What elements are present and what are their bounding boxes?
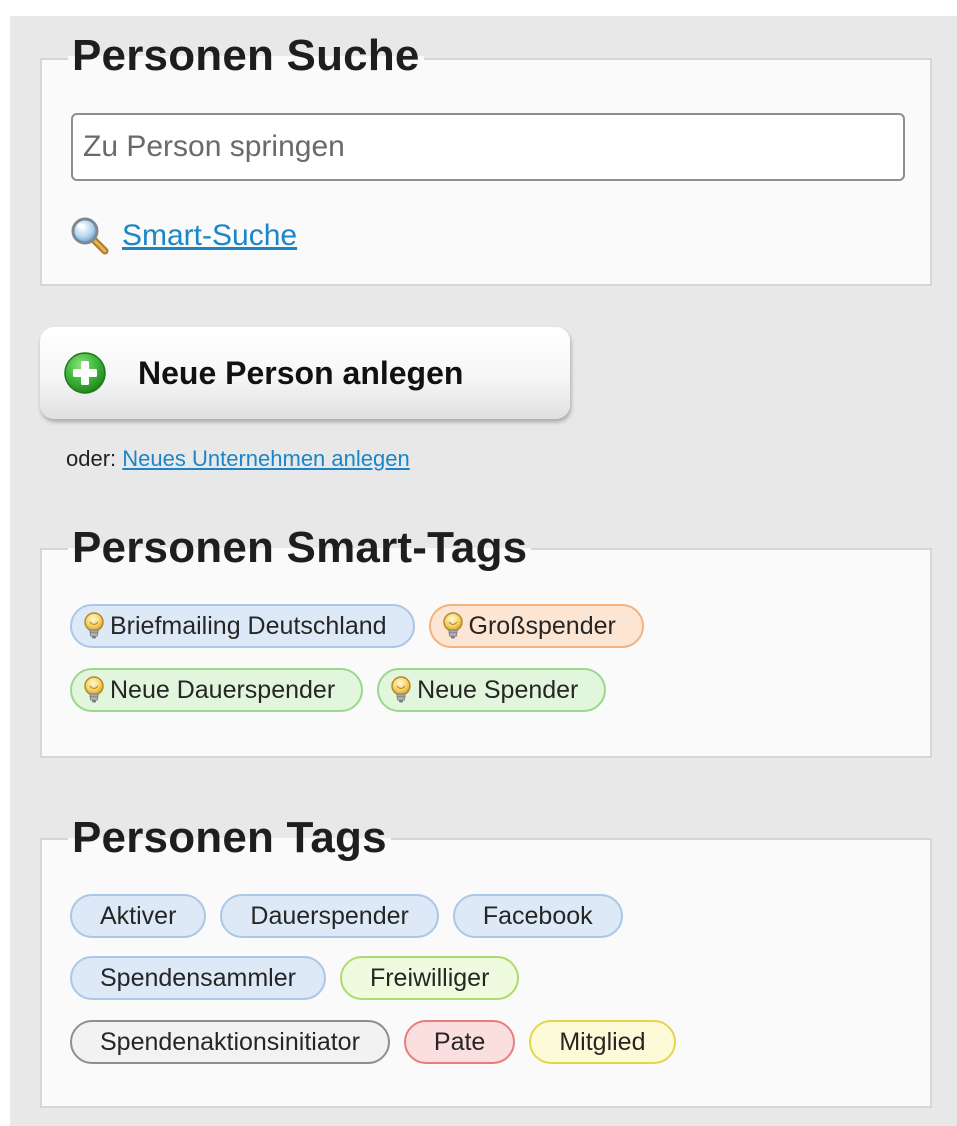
tags-box: Personen Tags Aktiver Dauerspender Faceb… [40, 812, 932, 1108]
new-person-button[interactable]: Neue Person anlegen [40, 327, 570, 419]
smart-tag[interactable]: Großspender [428, 604, 644, 648]
lightbulb-icon [82, 676, 106, 704]
magnifier-icon [71, 217, 109, 255]
lightbulb-icon [389, 676, 413, 704]
smart-tag[interactable]: Briefmailing Deutschland [70, 604, 415, 648]
tag[interactable]: Mitglied [529, 1020, 676, 1064]
smart-tags-box: Personen Smart-Tags Briefmailing Deutsch… [40, 522, 932, 758]
new-company-line: oder: Neues Unternehmen anlegen [66, 446, 410, 472]
tag[interactable]: Freiwilliger [339, 956, 520, 1000]
smart-tag-label: Briefmailing Deutschland [110, 611, 387, 640]
smart-tag[interactable]: Neue Dauerspender [70, 668, 364, 712]
smart-search-link[interactable]: Smart-Suche [122, 219, 297, 253]
smart-tags-title: Personen Smart-Tags [68, 522, 532, 574]
tag-row: Spendensammler Freiwilliger [70, 956, 520, 1000]
smart-tag-label: Neue Dauerspender [110, 675, 336, 704]
smart-tag-row: Briefmailing Deutschland Großspender [70, 604, 644, 648]
lightbulb-icon [82, 612, 106, 640]
smart-tag[interactable]: Neue Spender [377, 668, 607, 712]
tag[interactable]: Spendensammler [70, 956, 326, 1000]
tag[interactable]: Dauerspender [220, 894, 439, 938]
tag[interactable]: Aktiver [70, 894, 207, 938]
smart-tag-label: Großspender [468, 611, 616, 640]
new-person-button-label: Neue Person anlegen [138, 354, 464, 391]
smart-search-link-row[interactable]: Smart-Suche [70, 216, 297, 256]
tag[interactable]: Facebook [452, 894, 623, 938]
tag[interactable]: Spendenaktionsinitiator [70, 1020, 390, 1064]
new-company-prefix: oder: [66, 446, 117, 471]
lightbulb-icon [441, 612, 465, 640]
tag[interactable]: Pate [403, 1020, 516, 1064]
person-search-title: Personen Suche [68, 30, 424, 82]
person-search-box: Personen Suche Smart-Suche [40, 30, 932, 286]
tag-row: Aktiver Dauerspender Facebook [70, 894, 623, 938]
smart-tag-label: Neue Spender [417, 675, 579, 704]
person-jump-input[interactable] [71, 113, 905, 181]
tags-title: Personen Tags [68, 812, 391, 864]
tag-row: Spendenaktionsinitiator Pate Mitglied [70, 1020, 676, 1064]
new-company-link[interactable]: Neues Unternehmen anlegen [122, 446, 409, 471]
smart-tag-row: Neue Dauerspender Neue Spender [70, 668, 607, 712]
plus-circle-icon [64, 352, 106, 394]
